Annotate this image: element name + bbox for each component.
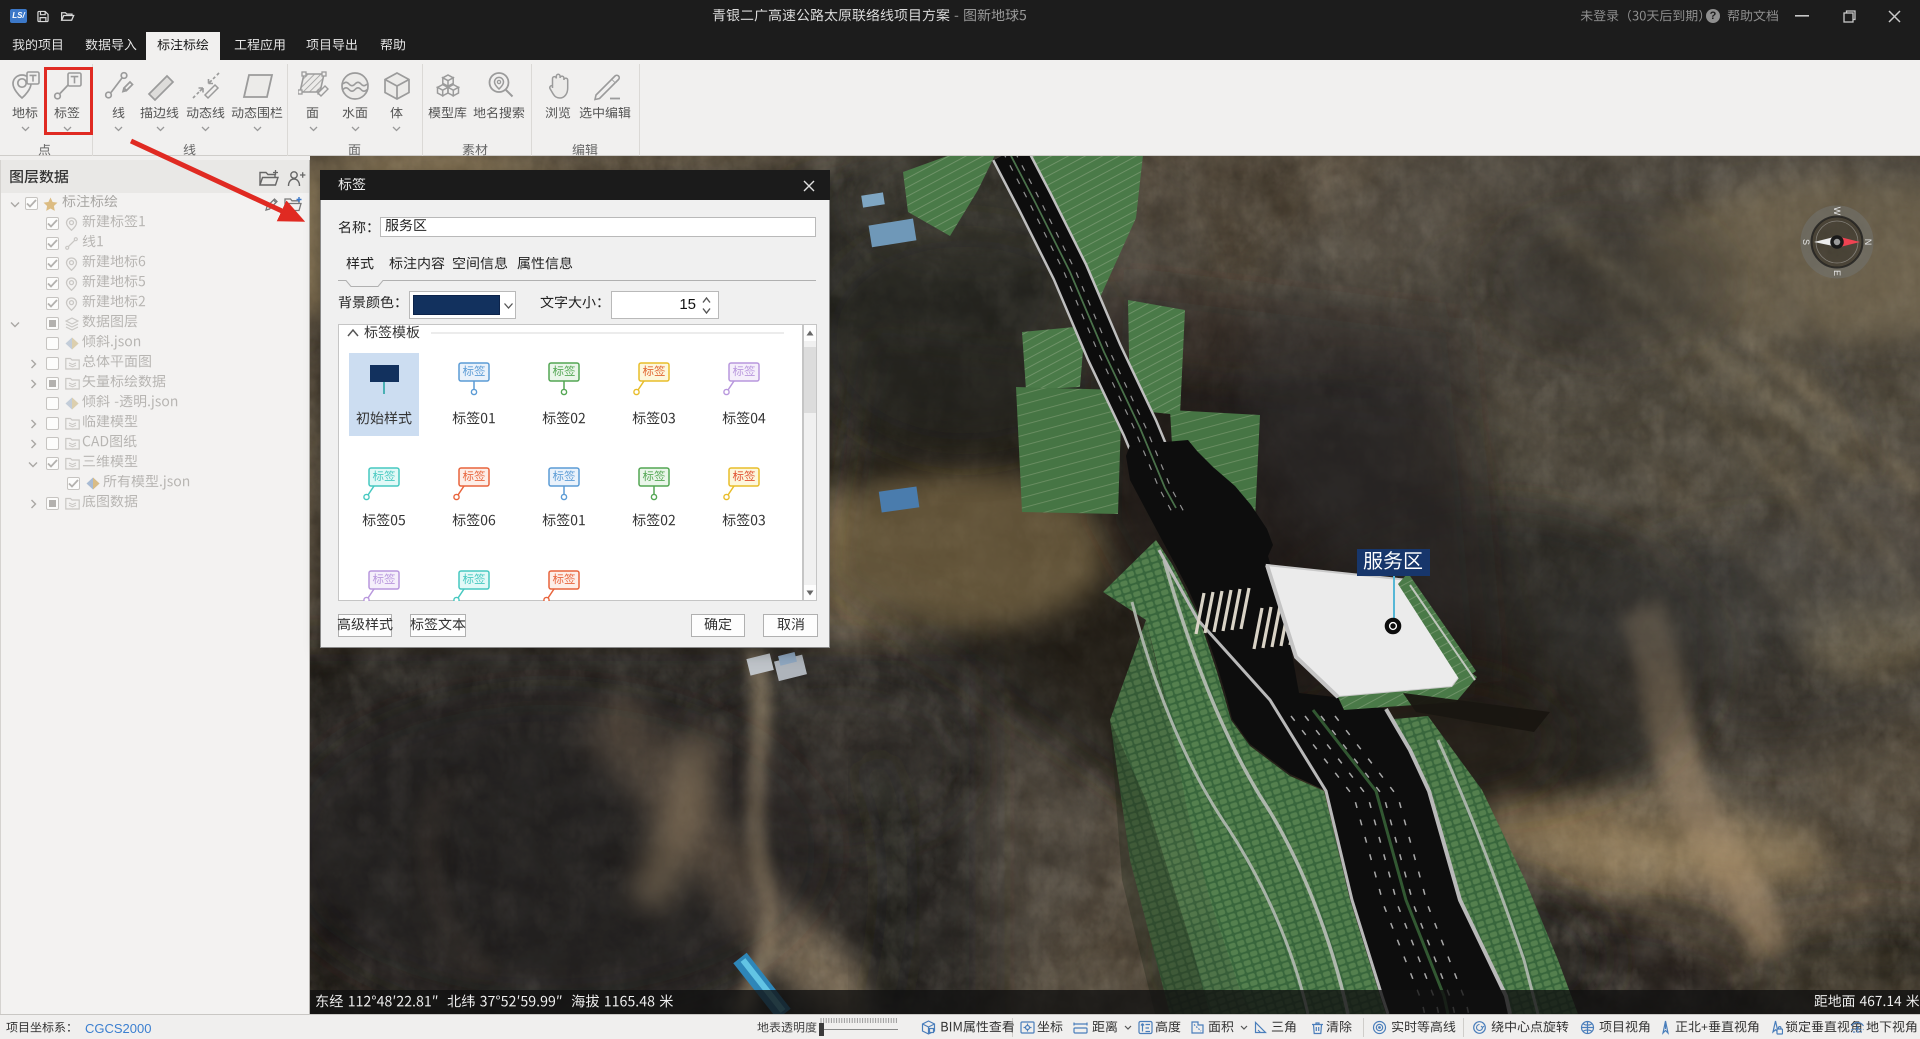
svg-text:E: E (1832, 270, 1842, 276)
svg-text:W: W (1832, 207, 1842, 216)
svg-text:N: N (1863, 239, 1873, 246)
svg-text:S: S (1801, 239, 1811, 245)
